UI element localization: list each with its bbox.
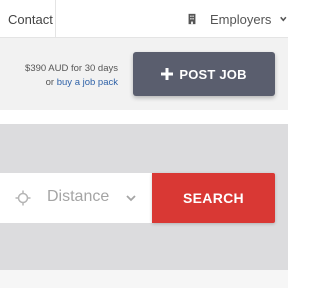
search-button[interactable]: SEARCH — [152, 173, 275, 223]
price-or-text: or — [45, 77, 55, 88]
nav-contact-link[interactable]: Contact — [0, 0, 56, 38]
bottom-strip — [0, 270, 288, 288]
chevron-down-icon — [126, 195, 136, 202]
nav-employers-label: Employers — [210, 11, 272, 27]
post-job-button[interactable]: POST JOB — [133, 52, 275, 96]
price-text: $390 AUD for 30 days — [25, 63, 118, 74]
distance-label: Distance — [47, 188, 110, 205]
nav-contact-label: Contact — [8, 11, 53, 27]
buy-job-pack-link[interactable]: buy a job pack — [57, 77, 118, 88]
building-icon — [188, 13, 196, 25]
plus-icon — [161, 68, 174, 80]
page: Contact Employers $390 AUD for 30 days o… — [0, 0, 288, 288]
top-nav: Contact Employers — [0, 0, 288, 38]
price-info: $390 AUD for 30 days or buy a job pack — [14, 62, 118, 90]
chevron-down-icon — [280, 16, 287, 22]
post-job-label: POST JOB — [179, 66, 247, 82]
nav-employers-menu[interactable]: Employers — [182, 0, 288, 38]
search-label: SEARCH — [183, 190, 244, 206]
crosshair-icon — [15, 190, 31, 206]
distance-select[interactable]: Distance — [0, 173, 152, 223]
